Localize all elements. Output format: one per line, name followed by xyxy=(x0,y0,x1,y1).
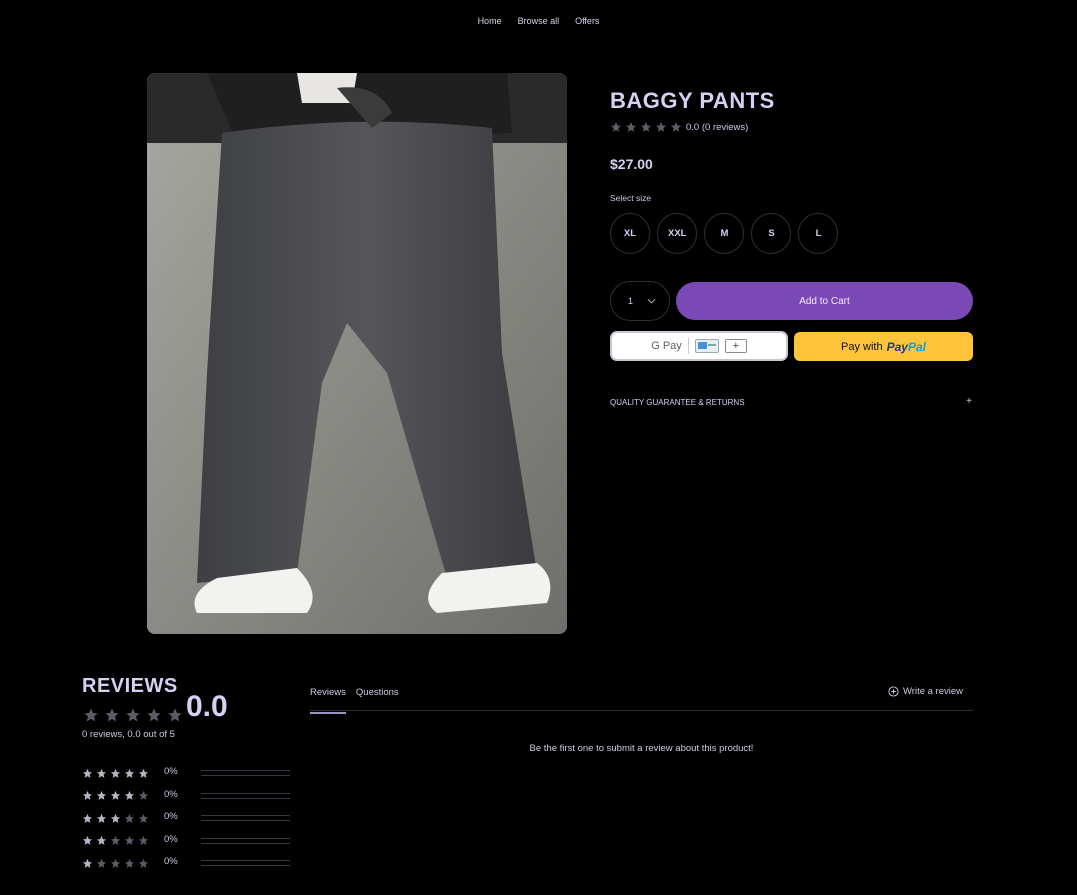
distribution-bar xyxy=(201,837,290,844)
star-icon xyxy=(110,791,121,801)
star-icon xyxy=(124,836,135,846)
distribution-row-3-star[interactable]: 0% xyxy=(82,807,290,830)
star-icon xyxy=(84,708,98,722)
distribution-row-2-star[interactable]: 0% xyxy=(82,830,290,853)
quantity-value: 1 xyxy=(628,296,634,306)
star-icon xyxy=(96,768,107,778)
reviews-summary: 0 reviews, 0.0 out of 5 xyxy=(82,729,175,740)
star-icon xyxy=(124,768,135,778)
star-icon xyxy=(105,708,119,722)
distribution-stars xyxy=(82,790,164,801)
empty-reviews-message: Be the first one to submit a review abou… xyxy=(529,743,754,754)
rating-distribution: 0% 0% 0% 0% 0% xyxy=(82,762,290,875)
star-icon xyxy=(656,122,666,132)
star-icon xyxy=(96,858,107,868)
distribution-bar xyxy=(201,770,290,777)
star-icon xyxy=(110,768,121,778)
star-icon xyxy=(96,836,107,846)
size-selector: XL XXL M S L xyxy=(610,213,839,254)
star-icon xyxy=(147,708,161,722)
star-icon xyxy=(611,122,621,132)
distribution-stars xyxy=(82,835,164,846)
star-icon xyxy=(110,858,121,868)
star-icon xyxy=(138,791,149,801)
product-price: $27.00 xyxy=(610,156,653,172)
plus-circle-icon xyxy=(888,686,899,697)
reviews-title: REVIEWS xyxy=(82,675,178,697)
google-pay-label: G Pay xyxy=(651,340,682,352)
size-label: Select size xyxy=(610,193,652,203)
star-icon xyxy=(82,858,93,868)
distribution-percent: 0% xyxy=(164,833,178,845)
star-icon xyxy=(671,122,681,132)
distribution-bar xyxy=(201,792,290,799)
write-review-button[interactable]: Write a review xyxy=(888,686,963,697)
star-icon xyxy=(124,791,135,801)
star-icon xyxy=(626,122,636,132)
add-card-icon: + xyxy=(724,339,747,353)
rating-text[interactable]: 0.0 (0 reviews) xyxy=(686,122,748,133)
size-option-m[interactable]: M xyxy=(704,213,745,254)
nav-offers-link[interactable]: Offers xyxy=(575,16,599,26)
distribution-percent: 0% xyxy=(164,788,178,800)
reviews-average-stars xyxy=(82,707,184,723)
distribution-bar xyxy=(201,860,290,867)
distribution-row-4-star[interactable]: 0% xyxy=(82,785,290,808)
tabs-divider xyxy=(310,710,973,711)
product-title: BAGGY PANTS xyxy=(610,88,775,113)
star-icon xyxy=(138,813,149,823)
quantity-select[interactable]: 1 xyxy=(610,281,670,321)
star-icon xyxy=(82,813,93,823)
distribution-row-1-star[interactable]: 0% xyxy=(82,852,290,875)
star-icon xyxy=(82,768,93,778)
quality-guarantee-accordion[interactable]: QUALITY GUARANTEE & RETURNS + xyxy=(610,396,972,407)
divider xyxy=(687,338,689,354)
size-option-l[interactable]: L xyxy=(798,213,839,254)
product-image[interactable] xyxy=(147,73,567,634)
distribution-percent: 0% xyxy=(164,856,178,868)
star-icon xyxy=(96,791,107,801)
star-icon xyxy=(124,858,135,868)
top-nav: Home Browse all Offers xyxy=(0,16,1077,26)
add-to-cart-button[interactable]: Add to Cart xyxy=(676,282,973,320)
star-icon xyxy=(138,836,149,846)
nav-home-link[interactable]: Home xyxy=(478,16,502,26)
size-option-xxl[interactable]: XXL xyxy=(657,213,698,254)
paypal-prefix: Pay with xyxy=(841,340,883,353)
product-rating: 0.0 (0 reviews) xyxy=(610,121,748,133)
distribution-percent: 0% xyxy=(164,766,178,778)
reviews-average-score: 0.0 xyxy=(186,690,228,723)
nav-browse-all-link[interactable]: Browse all xyxy=(518,16,560,26)
star-icon xyxy=(82,836,93,846)
star-icon xyxy=(168,708,182,722)
star-icon xyxy=(82,791,93,801)
star-icon xyxy=(138,858,149,868)
distribution-bar xyxy=(201,815,290,822)
credit-card-icon xyxy=(694,339,719,353)
distribution-stars xyxy=(82,813,164,824)
paypal-logo: PayPal xyxy=(886,339,926,354)
distribution-stars xyxy=(82,858,164,869)
accordion-label: QUALITY GUARANTEE & RETURNS xyxy=(610,398,745,407)
star-icon xyxy=(138,768,149,778)
plus-icon: + xyxy=(966,396,972,407)
star-icon xyxy=(96,813,107,823)
star-icon xyxy=(124,813,135,823)
distribution-stars xyxy=(82,768,164,779)
size-option-xl[interactable]: XL xyxy=(610,213,650,254)
star-icon xyxy=(126,708,140,722)
size-option-s[interactable]: S xyxy=(751,213,792,254)
star-icon xyxy=(110,836,121,846)
distribution-row-5-star[interactable]: 0% xyxy=(82,762,290,785)
distribution-percent: 0% xyxy=(164,811,178,823)
star-icon xyxy=(641,122,651,132)
write-review-label: Write a review xyxy=(903,686,964,697)
chevron-down-icon xyxy=(647,298,656,304)
star-icon xyxy=(110,813,121,823)
google-pay-button[interactable]: G Pay + xyxy=(610,331,788,361)
paypal-button[interactable]: Pay with PayPal xyxy=(794,332,973,361)
